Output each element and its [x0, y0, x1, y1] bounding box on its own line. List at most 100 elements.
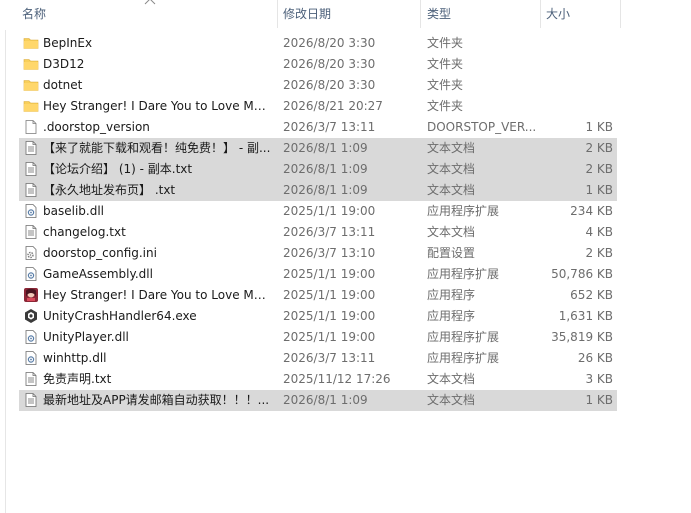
file-name: dotnet: [43, 78, 83, 92]
file-row[interactable]: Hey Stranger! I Dare You to Love Me... 20…: [19, 96, 617, 117]
file-size: 26 KB: [577, 351, 613, 365]
file-size: 4 KB: [585, 225, 613, 239]
text-file-icon: [23, 390, 41, 411]
column-divider[interactable]: [420, 0, 421, 28]
dll-icon: [23, 264, 41, 285]
file-modified-date: 2026/8/1 1:09: [283, 183, 368, 197]
file-row[interactable]: BepInEx 2026/8/20 3:30 文件夹: [19, 33, 617, 54]
folder-icon: [23, 54, 41, 75]
column-header-bar: 名称 修改日期 类型 大小: [5, 0, 691, 30]
file-name: UnityPlayer.dll: [43, 330, 129, 344]
file-size: 652 KB: [570, 288, 613, 302]
file-type: 文本文档: [427, 393, 476, 407]
file-row[interactable]: baselib.dll 2025/1/1 19:00 应用程序扩展 234 KB: [19, 201, 617, 222]
file-row[interactable]: UnityPlayer.dll 2025/1/1 19:00 应用程序扩展 35,81…: [19, 327, 617, 348]
file-name: changelog.txt: [43, 225, 126, 239]
file-modified-date: 2026/8/21 20:27: [283, 99, 383, 113]
file-type: 文本文档: [427, 141, 476, 155]
file-modified-date: 2026/8/1 1:09: [283, 141, 368, 155]
file-size: 1 KB: [585, 120, 613, 134]
folder-icon: [23, 75, 41, 96]
file-row[interactable]: UnityCrashHandler64.exe 2025/1/1 19:00 应用程…: [19, 306, 617, 327]
file-name: Hey Stranger! I Dare You to Love Me...: [43, 288, 271, 302]
column-header-size[interactable]: 大小: [542, 0, 620, 28]
file-name: baselib.dll: [43, 204, 104, 218]
file-size: 2 KB: [585, 246, 613, 260]
file-row[interactable]: winhttp.dll 2026/3/7 13:11 应用程序扩展 26 KB: [19, 348, 617, 369]
file-row[interactable]: 【永久地址发布页】 .txt 2026/8/1 1:09 文本文档 1 KB: [19, 180, 617, 201]
folder-icon: [23, 96, 41, 117]
file-name: doorstop_config.ini: [43, 246, 157, 260]
file-type: 文本文档: [427, 225, 476, 239]
file-type: 应用程序扩展: [427, 204, 500, 218]
file-row[interactable]: changelog.txt 2026/3/7 13:11 文本文档 4 KB: [19, 222, 617, 243]
file-size: 234 KB: [570, 204, 613, 218]
file-row[interactable]: doorstop_config.ini 2026/3/7 13:10 配置设置 2 K…: [19, 243, 617, 264]
file-type: 配置设置: [427, 246, 476, 260]
file-name: 【永久地址发布页】 .txt: [43, 183, 176, 197]
file-size: 2 KB: [585, 162, 613, 176]
file-type: 文件夹: [427, 78, 464, 92]
file-row[interactable]: 最新地址及APP请发邮箱自动获取！！！... 2026/8/1 1:09 文本文档 1…: [19, 390, 617, 411]
file-type: 应用程序扩展: [427, 330, 500, 344]
file-type: 文本文档: [427, 183, 476, 197]
file-row[interactable]: Hey Stranger! I Dare You to Love Me... 20…: [19, 285, 617, 306]
file-type: 文件夹: [427, 36, 464, 50]
file-list: BepInEx 2026/8/20 3:30 文件夹 D3D12 2026/8/20 3…: [19, 33, 617, 411]
file-modified-date: 2026/3/7 13:11: [283, 351, 376, 365]
file-modified-date: 2026/8/1 1:09: [283, 162, 368, 176]
file-row[interactable]: .doorstop_version 2026/3/7 13:11 DOORSTOP_…: [19, 117, 617, 138]
file-size: 2 KB: [585, 141, 613, 155]
file-name: 【论坛介绍】 (1) - 副本.txt: [43, 162, 193, 176]
file-type: 应用程序: [427, 309, 476, 323]
file-modified-date: 2025/1/1 19:00: [283, 309, 376, 323]
file-type: DOORSTOP_VER...: [427, 120, 537, 134]
dll-icon: [23, 327, 41, 348]
file-type: 文件夹: [427, 57, 464, 71]
file-modified-date: 2025/11/12 17:26: [283, 372, 391, 386]
file-row[interactable]: dotnet 2026/8/20 3:30 文件夹: [19, 75, 617, 96]
folder-icon: [23, 33, 41, 54]
file-row[interactable]: 【来了就能下载和观看！纯免费！】 - 副... 2026/8/1 1:09 文本文档…: [19, 138, 617, 159]
file-type: 文件夹: [427, 99, 464, 113]
file-modified-date: 2026/8/1 1:09: [283, 393, 368, 407]
file-name: UnityCrashHandler64.exe: [43, 309, 197, 323]
column-header-modified[interactable]: 修改日期: [279, 0, 419, 28]
file-size: 1,631 KB: [558, 309, 613, 323]
file-size: 1 KB: [585, 183, 613, 197]
dll-icon: [23, 348, 41, 369]
file-name: Hey Stranger! I Dare You to Love Me...: [43, 99, 271, 113]
file-row[interactable]: D3D12 2026/8/20 3:30 文件夹: [19, 54, 617, 75]
column-divider[interactable]: [540, 0, 541, 28]
file-size: [539, 54, 613, 75]
file-type: 文本文档: [427, 162, 476, 176]
column-divider[interactable]: [620, 0, 621, 28]
column-header-name[interactable]: 名称: [18, 0, 276, 28]
window-left-edge: [0, 0, 6, 513]
file-row[interactable]: 【论坛介绍】 (1) - 副本.txt 2026/8/1 1:09 文本文档 2 KB: [19, 159, 617, 180]
file-modified-date: 2026/8/20 3:30: [283, 78, 376, 92]
file-size: [539, 75, 613, 96]
file-row[interactable]: GameAssembly.dll 2025/1/1 19:00 应用程序扩展 50,7…: [19, 264, 617, 285]
game-app-icon: [23, 285, 41, 306]
column-divider[interactable]: [277, 0, 278, 28]
file-type: 应用程序: [427, 288, 476, 302]
file-name: winhttp.dll: [43, 351, 107, 365]
file-size: [539, 33, 613, 54]
column-header-type[interactable]: 类型: [423, 0, 539, 28]
file-type: 应用程序扩展: [427, 267, 500, 281]
file-name: D3D12: [43, 57, 85, 71]
file-row[interactable]: 免责声明.txt 2025/11/12 17:26 文本文档 3 KB: [19, 369, 617, 390]
file-modified-date: 2026/3/7 13:11: [283, 225, 376, 239]
text-file-icon: [23, 159, 41, 180]
dll-icon: [23, 201, 41, 222]
text-file-icon: [23, 180, 41, 201]
file-modified-date: 2025/1/1 19:00: [283, 288, 376, 302]
file-size: 50,786 KB: [551, 267, 613, 281]
text-file-icon: [23, 369, 41, 390]
config-file-icon: [23, 243, 41, 264]
file-name: .doorstop_version: [43, 120, 150, 134]
file-size: [539, 96, 613, 117]
file-name: 最新地址及APP请发邮箱自动获取！！！...: [43, 393, 270, 407]
file-name: BepInEx: [43, 36, 93, 50]
